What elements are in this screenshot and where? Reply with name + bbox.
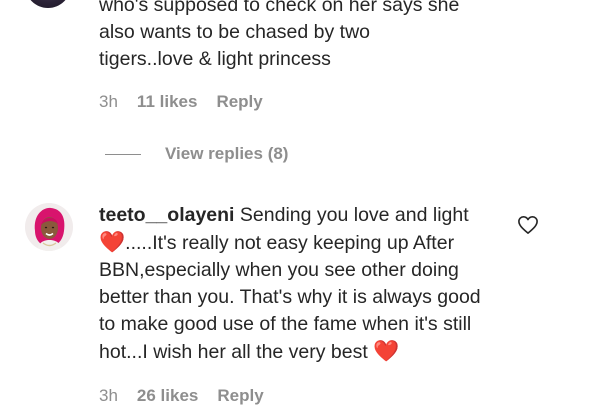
comment-text: teeto__olayeni Sending you love and ligh… <box>99 202 499 366</box>
avatar[interactable] <box>25 0 71 8</box>
view-replies[interactable]: View replies (8) <box>105 144 288 164</box>
comment-meta: 3h 26 likes Reply <box>99 386 264 406</box>
comment-line: tigers..love & light princess <box>99 48 331 70</box>
comment-time: 3h <box>99 386 118 405</box>
comment-body-part1: Sending you love and light <box>234 204 469 226</box>
comment-username[interactable]: teeto__olayeni <box>99 204 234 226</box>
heart-emoji: ❤️ <box>373 340 400 363</box>
comment-body-part2: .....It's really not easy keeping up Aft… <box>99 232 481 363</box>
heart-emoji: ❤️ <box>99 231 126 254</box>
avatar[interactable] <box>25 203 73 251</box>
view-replies-button[interactable]: View replies (8) <box>165 144 288 164</box>
reply-button[interactable]: Reply <box>217 386 263 406</box>
comment-line: also wants to be chased by two <box>99 21 370 43</box>
comment-text: who's supposed to check on her says she … <box>99 0 499 73</box>
replies-divider <box>105 153 141 155</box>
comment-meta: 3h 11 likes Reply <box>99 92 263 112</box>
heart-outline-icon[interactable] <box>517 215 539 235</box>
reply-button[interactable]: Reply <box>216 92 262 112</box>
comment-line: who's supposed to check on her says she <box>99 0 460 16</box>
likes-count[interactable]: 11 likes <box>137 92 198 112</box>
comment-time: 3h <box>99 92 118 111</box>
likes-count[interactable]: 26 likes <box>137 386 198 406</box>
